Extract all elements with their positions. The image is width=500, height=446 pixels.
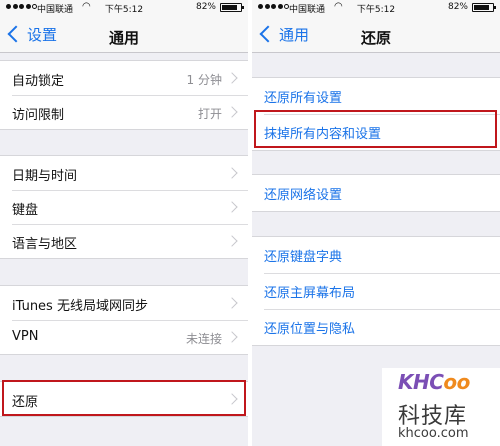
list-item-reset-location-privacy[interactable]: 还原位置与隐私 <box>252 309 500 345</box>
chevron-right-icon <box>226 297 238 309</box>
list-item-date-time[interactable]: 日期与时间 <box>0 156 248 190</box>
list-item-keyboard[interactable]: 键盘 <box>0 190 248 224</box>
list-item-reset-keyboard-dictionary[interactable]: 还原键盘字典 <box>252 237 500 273</box>
settings-group-sync: iTunes 无线局域网同步 VPN 未连接 <box>0 285 248 355</box>
list-item-label: 键盘 <box>12 203 39 218</box>
list-item-value: 打开 <box>197 107 222 121</box>
settings-group-lock: 自动锁定 1 分钟 访问限制 打开 <box>0 60 248 130</box>
chevron-left-icon <box>259 25 277 43</box>
chevron-right-icon <box>226 106 238 118</box>
list-item-reset-home-layout[interactable]: 还原主屏幕布局 <box>252 273 500 309</box>
list-item-label: 还原键盘字典 <box>264 250 343 265</box>
highlight-box-erase <box>254 110 497 148</box>
list-item-value: 1 分钟 <box>186 73 222 87</box>
list-item-auto-lock[interactable]: 自动锁定 1 分钟 <box>0 61 248 95</box>
chevron-right-icon <box>226 72 238 84</box>
list-item-label: 还原位置与隐私 <box>264 322 356 337</box>
list-item-label: 还原主屏幕布局 <box>264 286 356 301</box>
battery-icon <box>220 2 244 12</box>
screenshot-composite: 中国联通 ◠ 下午5:12 82% 设置 通用 自动锁定 1 分钟 访问限制 打… <box>0 0 500 446</box>
list-item-itunes-wifi-sync[interactable]: iTunes 无线局域网同步 <box>0 286 248 320</box>
watermark-logo-khc: KHC <box>398 370 444 394</box>
chevron-right-icon <box>226 331 238 343</box>
battery-icon <box>472 2 496 12</box>
highlight-box-reset <box>2 380 246 416</box>
back-button-label: 通用 <box>279 25 310 44</box>
list-item-label: VPN <box>12 329 39 344</box>
status-bar: 中国联通 ◠ 下午5:12 82% <box>0 0 248 16</box>
list-item-label: 语言与地区 <box>12 237 78 252</box>
list-item-label: 还原网络设置 <box>264 188 343 203</box>
list-item-label: 自动锁定 <box>12 74 65 89</box>
back-button[interactable]: 设置 <box>4 22 57 46</box>
watermark-logo-oo: oo <box>443 370 470 394</box>
battery-percent: 82% <box>195 2 216 12</box>
settings-group-datetime: 日期与时间 键盘 语言与地区 <box>0 155 248 259</box>
chevron-right-icon <box>226 201 238 213</box>
list-item-value: 未连接 <box>185 332 222 346</box>
list-item-language-region[interactable]: 语言与地区 <box>0 224 248 258</box>
list-item-reset-network[interactable]: 还原网络设置 <box>252 175 500 211</box>
list-item-label: 还原所有设置 <box>264 91 343 106</box>
watermark-logo: KHCoo <box>398 370 470 394</box>
watermark: KHCoo 科技库 khcoo.com <box>382 368 500 446</box>
back-button[interactable]: 通用 <box>256 22 309 46</box>
battery-percent: 82% <box>447 2 468 12</box>
reset-group-network: 还原网络设置 <box>252 174 500 212</box>
watermark-url: khcoo.com <box>398 426 469 441</box>
list-item-label: 访问限制 <box>12 108 65 123</box>
chevron-left-icon <box>7 25 25 43</box>
list-item-restrictions[interactable]: 访问限制 打开 <box>0 95 248 129</box>
list-item-reset-all-settings[interactable]: 还原所有设置 <box>252 78 500 114</box>
chevron-right-icon <box>226 167 238 179</box>
navigation-bar: 通用 还原 <box>252 16 500 53</box>
list-item-vpn[interactable]: VPN 未连接 <box>0 320 248 354</box>
list-item-label: iTunes 无线局域网同步 <box>12 299 148 314</box>
reset-group-other: 还原键盘字典 还原主屏幕布局 还原位置与隐私 <box>252 236 500 346</box>
general-settings-screen: 中国联通 ◠ 下午5:12 82% 设置 通用 自动锁定 1 分钟 访问限制 打… <box>0 0 248 446</box>
chevron-right-icon <box>226 235 238 247</box>
list-item-label: 日期与时间 <box>12 169 78 184</box>
back-button-label: 设置 <box>27 25 58 44</box>
status-bar: 中国联通 ◠ 下午5:12 82% <box>252 0 500 16</box>
navigation-bar: 设置 通用 <box>0 16 248 53</box>
